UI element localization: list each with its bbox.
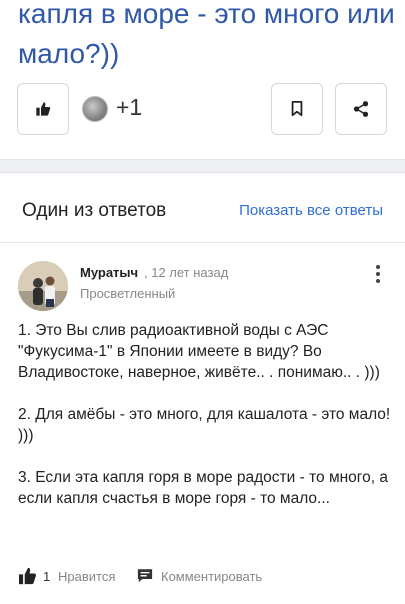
bookmark-icon bbox=[291, 101, 303, 117]
answer-text: 1. Это Вы слив радиоактивной воды с АЭС … bbox=[18, 320, 393, 530]
more-options-button[interactable] bbox=[371, 265, 385, 285]
answers-header: Один из ответов Показать все ответы bbox=[0, 173, 405, 243]
share-button[interactable] bbox=[335, 83, 387, 135]
answer-likes-count: 1 bbox=[43, 569, 51, 584]
more-dots-icon bbox=[376, 265, 380, 269]
answer-paragraph: 3. Если эта капля горя в море радости - … bbox=[18, 469, 388, 507]
thumbs-up-icon bbox=[36, 102, 51, 116]
question-title[interactable]: капля в море - это много или мало?)) bbox=[18, 0, 398, 74]
liker-avatar[interactable] bbox=[82, 96, 108, 122]
likes-count: +1 bbox=[116, 94, 143, 120]
author-avatar[interactable] bbox=[18, 261, 68, 311]
comment-button[interactable]: Комментировать bbox=[161, 569, 262, 584]
author-name[interactable]: Муратыч bbox=[80, 265, 138, 280]
author-rank: Просветленный bbox=[80, 286, 176, 301]
bookmark-button[interactable] bbox=[271, 83, 323, 135]
answers-section-title: Один из ответов bbox=[22, 200, 167, 221]
answer-like-button[interactable]: Нравится bbox=[58, 569, 115, 584]
share-icon bbox=[353, 101, 369, 117]
answer-card: Один из ответов Показать все ответы Мура… bbox=[0, 172, 405, 604]
answer-timestamp: , 12 лет назад bbox=[144, 265, 229, 280]
like-button[interactable] bbox=[17, 83, 69, 135]
answer-paragraph: 2. Для амёбы - это много, для кашалота -… bbox=[18, 406, 391, 444]
comment-icon[interactable] bbox=[137, 568, 153, 583]
question-card: капля в море - это много или мало?)) +1 bbox=[0, 0, 405, 160]
answer-paragraph: 1. Это Вы слив радиоактивной воды с АЭС … bbox=[18, 322, 380, 381]
show-all-answers-link[interactable]: Показать все ответы bbox=[239, 202, 383, 219]
thumbs-up-icon[interactable] bbox=[18, 567, 38, 585]
